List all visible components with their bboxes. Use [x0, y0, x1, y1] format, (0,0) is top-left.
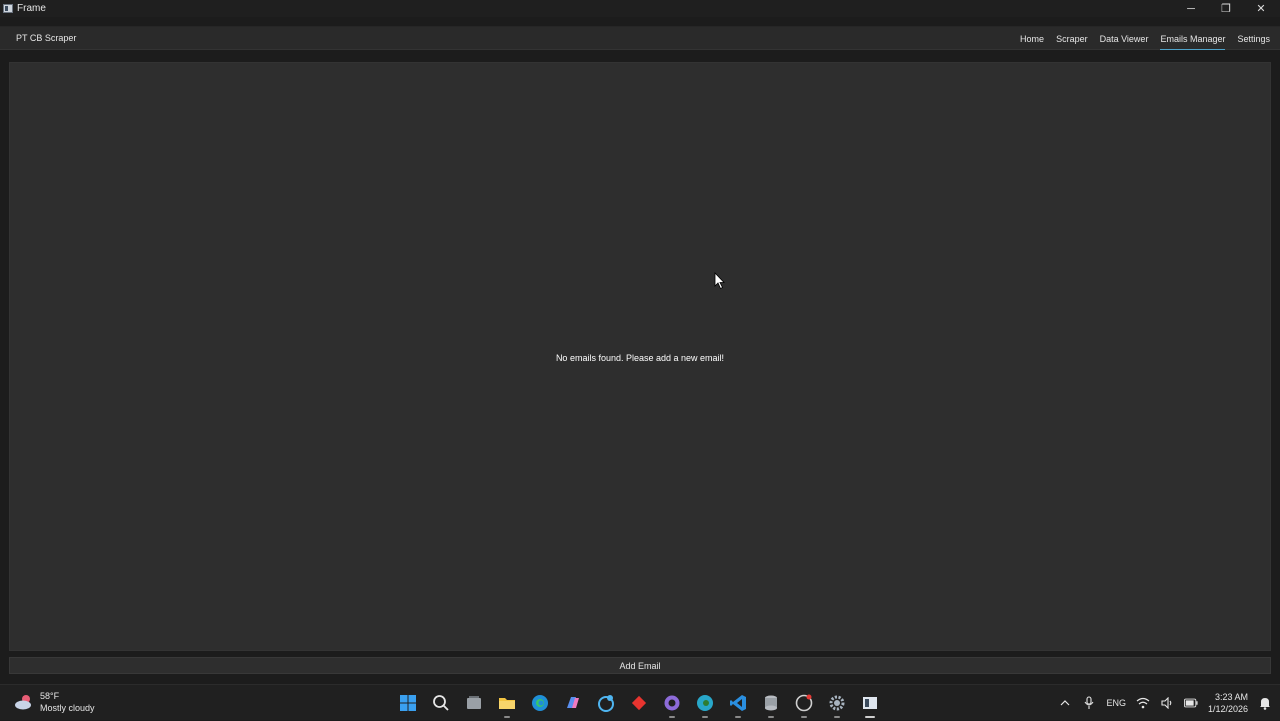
- nav-emails-manager[interactable]: Emails Manager: [1160, 32, 1226, 50]
- github-desktop-icon[interactable]: [794, 693, 814, 718]
- app-brand: PT CB Scraper: [16, 33, 77, 43]
- app-header: PT CB Scraper Home Scraper Data Viewer E…: [0, 26, 1280, 50]
- taskbar-apps: [398, 693, 880, 718]
- emails-panel: No emails found. Please add a new email!: [9, 62, 1271, 651]
- weather-temp: 58°F: [40, 691, 60, 701]
- settings-gear-icon[interactable]: [827, 693, 847, 718]
- wifi-icon[interactable]: [1136, 696, 1150, 710]
- store-icon[interactable]: [596, 693, 616, 713]
- battery-icon[interactable]: [1183, 696, 1198, 710]
- clock-time: 3:23 AM: [1214, 692, 1248, 702]
- clock[interactable]: 3:23 AM 1/12/2026: [1208, 691, 1248, 715]
- notification-bell-icon[interactable]: [1258, 696, 1272, 710]
- volume-icon[interactable]: [1160, 696, 1174, 710]
- nav-settings[interactable]: Settings: [1237, 32, 1270, 46]
- mouse-cursor-icon: [714, 272, 725, 290]
- cloudy-weather-icon: [14, 693, 34, 711]
- minimize-button[interactable]: ─: [1174, 0, 1208, 17]
- restore-button[interactable]: ❐: [1209, 0, 1243, 17]
- copilot-icon[interactable]: [563, 693, 583, 713]
- nav-scraper[interactable]: Scraper: [1056, 32, 1088, 46]
- window-title: Frame: [17, 3, 46, 14]
- empty-state-message: No emails found. Please add a new email!: [555, 353, 725, 363]
- task-view-icon[interactable]: [464, 693, 484, 713]
- red-diamond-app-icon[interactable]: [629, 693, 649, 713]
- windows-taskbar: 58°F Mostly cloudy ENG 3:23 AM 1/12/2026: [0, 684, 1280, 720]
- window-titlebar: Frame: [0, 0, 1280, 17]
- windows-start-icon[interactable]: [398, 693, 418, 713]
- file-explorer-icon[interactable]: [497, 693, 517, 718]
- vscode-icon[interactable]: [728, 693, 748, 718]
- weather-widget[interactable]: 58°F Mostly cloudy: [14, 690, 95, 714]
- search-icon[interactable]: [431, 693, 451, 713]
- edge-browser-icon[interactable]: [530, 693, 550, 713]
- weather-condition: Mostly cloudy: [40, 703, 95, 713]
- frame-app-icon[interactable]: [860, 693, 880, 718]
- edge-dev-icon[interactable]: [695, 693, 715, 718]
- purple-app-icon[interactable]: [662, 693, 682, 718]
- app-icon: [3, 4, 13, 13]
- language-indicator[interactable]: ENG: [1106, 698, 1126, 708]
- add-email-button[interactable]: Add Email: [9, 657, 1271, 674]
- close-button[interactable]: ✕: [1244, 0, 1278, 17]
- system-tray: ENG 3:23 AM 1/12/2026: [1058, 685, 1272, 721]
- main-nav: Home Scraper Data Viewer Emails Manager …: [1020, 27, 1270, 51]
- chevron-up-icon[interactable]: [1058, 696, 1072, 710]
- clock-date: 1/12/2026: [1207, 704, 1248, 714]
- microphone-icon[interactable]: [1082, 696, 1096, 710]
- nav-data-viewer[interactable]: Data Viewer: [1100, 32, 1149, 46]
- database-icon[interactable]: [761, 693, 781, 718]
- nav-home[interactable]: Home: [1020, 32, 1044, 46]
